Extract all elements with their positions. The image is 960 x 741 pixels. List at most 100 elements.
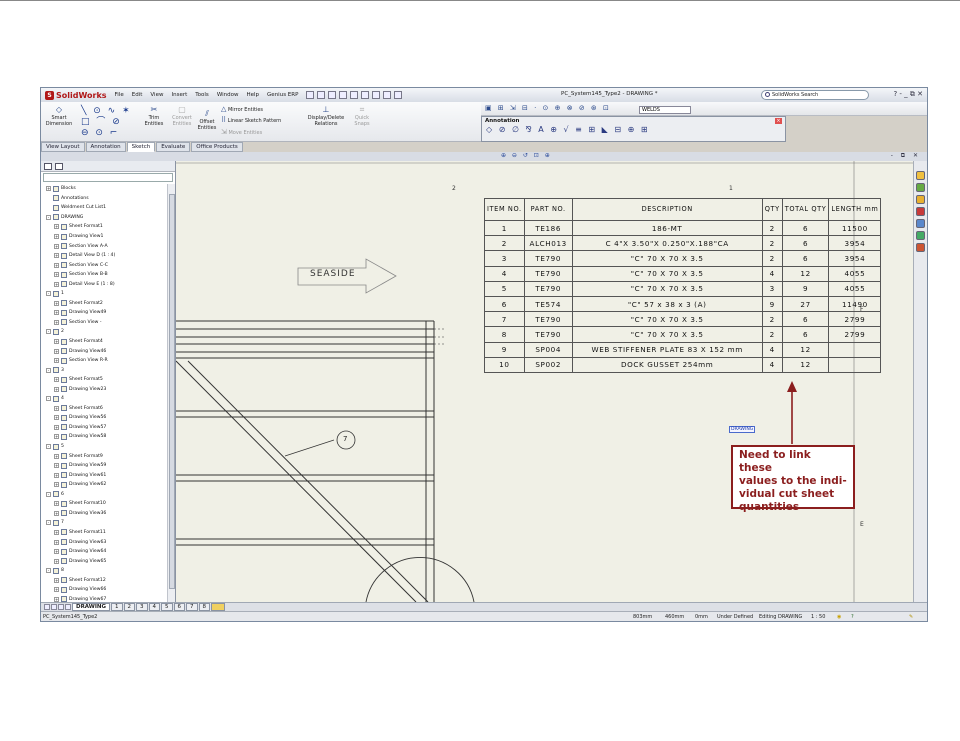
tree-item[interactable]: + Drawing View62	[41, 480, 167, 490]
tree-item[interactable]: + Drawing View56	[41, 413, 167, 423]
bom-cell-description[interactable]: "C" 57 x 38 x 3 (A)	[571, 295, 763, 313]
expand-toggle-icon[interactable]: +	[54, 529, 59, 535]
appearances-icon[interactable]	[916, 231, 925, 240]
file-explorer-icon[interactable]	[916, 195, 925, 204]
bom-cell-qty[interactable]: 3	[761, 280, 783, 297]
bom-row[interactable]: 5 TE790 "C" 70 X 70 X 3.5 3 9 4055	[484, 280, 882, 297]
bom-cell-length[interactable]	[828, 341, 882, 358]
bom-cell-length[interactable]: 11500	[828, 219, 882, 237]
move-entities-button[interactable]: ⇲ Move Entities	[221, 129, 281, 137]
add-sheet-icon[interactable]	[211, 603, 226, 611]
bom-cell-part-no[interactable]: TE186	[523, 219, 573, 237]
sheet-tab[interactable]: 8	[198, 603, 211, 611]
expand-toggle-icon[interactable]: +	[54, 272, 59, 278]
expand-toggle-icon[interactable]: +	[54, 281, 59, 287]
bom-cell-item-no[interactable]: 4	[484, 265, 525, 282]
bill-of-materials-table[interactable]: ITEM NO. PART NO. DESCRIPTION QTY TOTAL …	[484, 198, 882, 373]
sheet-tab[interactable]: 3	[136, 603, 148, 611]
bom-cell-part-no[interactable]: TE790	[523, 311, 573, 328]
bom-cell-item-no[interactable]: 2	[484, 235, 525, 252]
tree-item[interactable]: + Section View C-C	[41, 260, 167, 270]
bom-cell-part-no[interactable]: TE790	[523, 250, 573, 267]
search-results-icon[interactable]	[916, 207, 925, 216]
solidworks-search-input[interactable]: SolidWorks Search	[761, 90, 869, 100]
expand-toggle-icon[interactable]: +	[54, 510, 59, 516]
bom-cell-length[interactable]: 3954	[828, 235, 882, 252]
bom-row[interactable]: 1 TE186 186-MT 2 6 11500	[484, 219, 882, 237]
tree-item[interactable]: + Detail View E (1 : 8)	[41, 279, 167, 289]
tree-item[interactable]: + Sheet Format9	[41, 451, 167, 461]
tree-item[interactable]: Annotations	[41, 194, 167, 204]
bom-row[interactable]: 10 SP002 DOCK GUSSET 254mm 4 12	[484, 356, 882, 373]
bom-cell-description[interactable]: 186-MT	[571, 219, 763, 237]
tab-office-products[interactable]: Office Products	[191, 142, 243, 152]
layer-dropdown[interactable]: WELDS	[639, 106, 691, 114]
display-delete-relations-button[interactable]: ⊥ Display/Delete Relations	[303, 106, 349, 128]
view-palette-icon[interactable]	[916, 219, 925, 228]
quick-snaps-button[interactable]: ⌗ Quick Snaps	[349, 106, 375, 128]
sheet-tab[interactable]: 2	[123, 603, 136, 611]
expand-toggle-icon[interactable]: +	[54, 300, 59, 306]
tab-annotation[interactable]: Annotation	[85, 142, 126, 152]
expand-toggle-icon[interactable]: +	[54, 482, 59, 488]
tree-item[interactable]: + Drawing View64	[41, 547, 167, 557]
drawing-tag[interactable]: DRAWING	[729, 426, 756, 433]
expand-toggle-icon[interactable]: +	[54, 253, 59, 259]
tree-item[interactable]: -5	[41, 442, 167, 452]
expand-toggle-icon[interactable]: +	[54, 434, 59, 440]
expand-toggle-icon[interactable]: -	[46, 214, 51, 220]
close-icon[interactable]: ×	[775, 118, 782, 124]
expand-toggle-icon[interactable]: +	[46, 186, 51, 192]
next-sheet-icon[interactable]	[58, 604, 64, 610]
tab-evaluate[interactable]: Evaluate	[156, 142, 191, 152]
new-document-icon[interactable]	[317, 91, 326, 99]
bom-row[interactable]: 7 TE790 "C" 70 X 70 X 3.5 2 6 2799	[484, 311, 882, 328]
tree-item[interactable]: + Drawing View57	[41, 423, 167, 433]
custom-properties-icon[interactable]	[916, 243, 925, 252]
tree-item[interactable]: + Drawing View65	[41, 556, 167, 566]
expand-toggle-icon[interactable]: +	[54, 339, 59, 345]
tree-item[interactable]: + Sheet Format2	[41, 299, 167, 309]
graphics-area[interactable]: 2 1 F E SEASIDE 7 ITEM NO. PART NO. DESC…	[176, 161, 913, 602]
menu-help[interactable]: Help	[243, 92, 264, 98]
property-tab-icon[interactable]	[55, 162, 63, 170]
expand-toggle-icon[interactable]: -	[46, 396, 51, 402]
pin-icon[interactable]	[306, 91, 315, 99]
prev-sheet-icon[interactable]	[51, 604, 57, 610]
save-icon[interactable]	[339, 91, 348, 99]
expand-toggle-icon[interactable]: +	[54, 501, 59, 507]
last-sheet-icon[interactable]	[65, 604, 71, 610]
bom-cell-part-no[interactable]: TE574	[523, 295, 573, 313]
bom-cell-total-qty[interactable]: 12	[781, 265, 830, 282]
sheet-tab[interactable]: 5	[161, 603, 173, 611]
bom-cell-qty[interactable]: 4	[761, 341, 783, 358]
bom-row[interactable]: 2 ALCH013 C 4"X 3.50"X 0.250"X.188"CA 2 6 395…	[484, 235, 882, 252]
smart-dimension-button[interactable]: ◇ Smart Dimension	[43, 106, 75, 128]
bom-cell-description[interactable]: "C" 70 X 70 X 3.5	[571, 280, 763, 297]
tree-item[interactable]: Weldment Cut List1	[41, 203, 167, 213]
tree-item[interactable]: + Blocks	[41, 184, 167, 194]
tree-item[interactable]: + Drawing View58	[41, 432, 167, 442]
bom-cell-length[interactable]	[828, 356, 882, 373]
tab-sketch[interactable]: Sketch	[126, 142, 156, 152]
tree-item[interactable]: + Section View A-A	[41, 241, 167, 251]
menu-tools[interactable]: Tools	[191, 92, 213, 98]
expand-toggle-icon[interactable]: -	[46, 291, 51, 297]
bom-cell-length[interactable]: 3954	[828, 250, 882, 267]
expand-toggle-icon[interactable]: +	[54, 415, 59, 421]
tree-item[interactable]: + Sheet Format1	[41, 222, 167, 232]
bom-cell-total-qty[interactable]: 6	[781, 219, 830, 237]
bom-cell-item-no[interactable]: 10	[484, 356, 525, 373]
expand-toggle-icon[interactable]: -	[46, 444, 51, 450]
bom-cell-qty[interactable]: 2	[761, 219, 783, 237]
bom-cell-qty[interactable]: 4	[761, 265, 783, 282]
menu-view[interactable]: View	[146, 92, 167, 98]
tree-item[interactable]: -4	[41, 394, 167, 404]
bom-cell-qty[interactable]: 2	[761, 235, 783, 252]
scrollbar-thumb[interactable]	[169, 194, 175, 589]
mirror-entities-button[interactable]: △ Mirror Entities	[221, 106, 291, 114]
rebuild-icon[interactable]	[383, 91, 392, 99]
tree-item[interactable]: + Sheet Format10	[41, 499, 167, 509]
bom-cell-item-no[interactable]: 6	[484, 295, 525, 313]
menu-genius-erp[interactable]: Genius ERP	[263, 92, 302, 98]
